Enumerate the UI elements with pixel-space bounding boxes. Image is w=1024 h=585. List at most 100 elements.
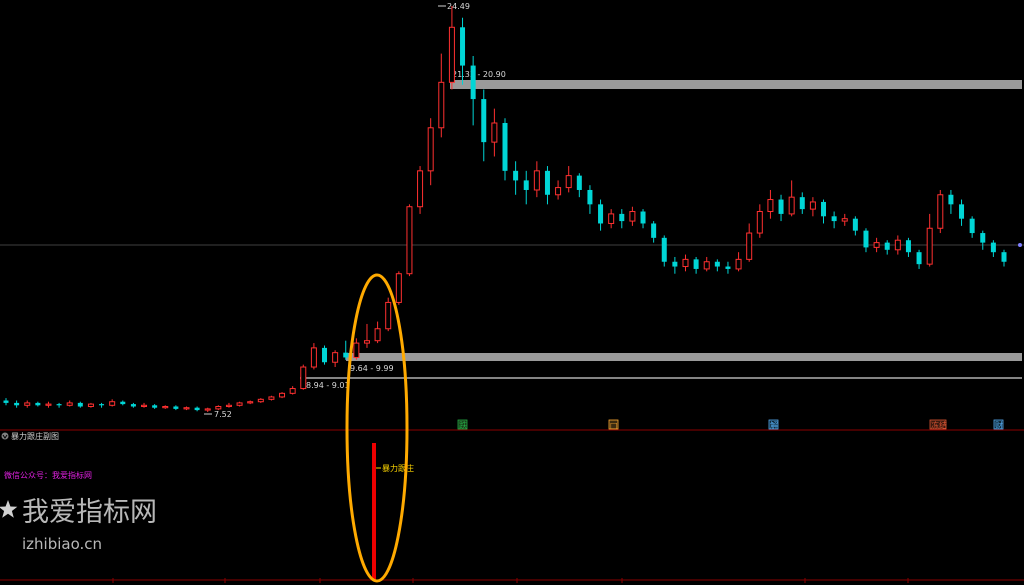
- watermark-url: izhibiao.cn: [22, 535, 102, 553]
- candle-body: [672, 261, 678, 267]
- candle-body: [14, 402, 20, 406]
- candle-body: [109, 401, 116, 406]
- candle-body: [959, 204, 965, 219]
- candle-body: [756, 211, 763, 234]
- candle-body: [343, 352, 349, 358]
- candle-body: [87, 403, 94, 407]
- candle-body: [629, 211, 636, 222]
- resistance-zone-label: 21.33 - 20.90: [452, 70, 506, 79]
- svg-text:□: □: [610, 421, 618, 430]
- candle-body: [173, 406, 179, 409]
- candle-body: [980, 233, 986, 243]
- candle-body: [395, 273, 402, 303]
- candle-body: [66, 402, 73, 406]
- candle-body: [417, 170, 424, 208]
- candle-body: [152, 405, 158, 408]
- candle-body: [555, 187, 562, 196]
- candle-body: [863, 230, 869, 248]
- candle-body: [682, 258, 689, 268]
- candle-body: [385, 301, 392, 330]
- candle-body: [884, 242, 890, 250]
- candle-body: [268, 396, 275, 400]
- candle-body: [257, 398, 264, 403]
- signal-bar: [372, 443, 376, 580]
- candle-body: [905, 240, 911, 253]
- signal-label: 暴力跟庄: [382, 463, 414, 473]
- candle-body: [3, 400, 9, 403]
- candle-body: [194, 407, 200, 411]
- candle-body: [448, 26, 455, 83]
- candle-body: [894, 239, 901, 251]
- candle-body: [990, 242, 996, 253]
- candle-body: [24, 402, 31, 406]
- svg-text:冻结: 冻结: [931, 420, 947, 430]
- candle-body: [225, 404, 232, 407]
- candle-body: [608, 213, 615, 224]
- candle-body: [788, 196, 795, 215]
- svg-text:跌: 跌: [459, 420, 467, 430]
- candle-body: [322, 347, 328, 363]
- candle-body: [1001, 252, 1007, 262]
- candle-body: [767, 199, 774, 213]
- candle-body: [374, 328, 381, 342]
- candle-body: [353, 342, 360, 358]
- svg-text:解: 解: [770, 420, 778, 430]
- candle-body: [640, 211, 646, 224]
- candle-body: [236, 402, 243, 406]
- candle-body: [279, 392, 286, 398]
- candle-body: [969, 218, 975, 234]
- candle-body: [831, 216, 837, 222]
- promo-text: 微信公众号：我爱指标网: [4, 470, 92, 480]
- candle-body: [289, 388, 296, 394]
- candle-body: [56, 404, 62, 406]
- candle-body: [841, 218, 848, 222]
- candle-body: [491, 122, 498, 143]
- candle-body: [661, 237, 667, 262]
- candle-body: [162, 405, 169, 409]
- candle-body: [809, 201, 816, 210]
- candle-body: [120, 401, 126, 405]
- candle-body: [406, 206, 413, 275]
- kline-chart[interactable]: 21.33 - 20.90 9.64 - 9.99 8.94 - 9.01 24…: [0, 0, 1024, 585]
- candle-body: [204, 408, 211, 411]
- candle-body: [937, 194, 944, 229]
- candle-body: [183, 407, 190, 410]
- low-price-label: 7.52: [214, 410, 232, 419]
- svg-text:财: 财: [995, 420, 1003, 430]
- candle-body: [651, 223, 657, 238]
- candle-body: [45, 403, 52, 406]
- candle-body: [513, 170, 519, 181]
- candle-body: [821, 201, 827, 217]
- candle-body: [544, 170, 550, 195]
- candle-body: [363, 340, 370, 344]
- candle-body: [141, 404, 148, 407]
- candle-body: [427, 127, 434, 172]
- candle-body: [438, 81, 445, 129]
- candle-body: [523, 180, 529, 190]
- candle-body: [948, 194, 954, 205]
- event-badges: 跌 □ 解 冻结 财: [457, 419, 1004, 430]
- candle-body: [332, 352, 339, 363]
- candle-body: [77, 402, 83, 407]
- highlight-ellipse: [345, 273, 409, 583]
- candle-body: [725, 266, 731, 269]
- candle-body: [576, 175, 582, 190]
- candle-body: [460, 27, 466, 66]
- candle-body: [916, 252, 922, 265]
- resistance-zone-bar: [450, 80, 1022, 89]
- candle-body: [714, 261, 720, 267]
- candle-body: [703, 261, 710, 270]
- candle-body: [693, 259, 699, 269]
- candlestick-series: [3, 6, 1007, 412]
- candle-body: [300, 366, 307, 390]
- candle-body: [598, 204, 604, 224]
- candle-body: [873, 242, 880, 248]
- candle-body: [35, 402, 41, 406]
- candle-body: [778, 199, 784, 214]
- sub-panel-title: 暴力跟庄副图: [11, 431, 59, 441]
- candle-body: [130, 404, 136, 407]
- candle-body: [502, 122, 508, 171]
- support-zone-bar: [346, 353, 1022, 361]
- candle-body: [926, 227, 933, 265]
- current-price-dot: [1018, 243, 1022, 247]
